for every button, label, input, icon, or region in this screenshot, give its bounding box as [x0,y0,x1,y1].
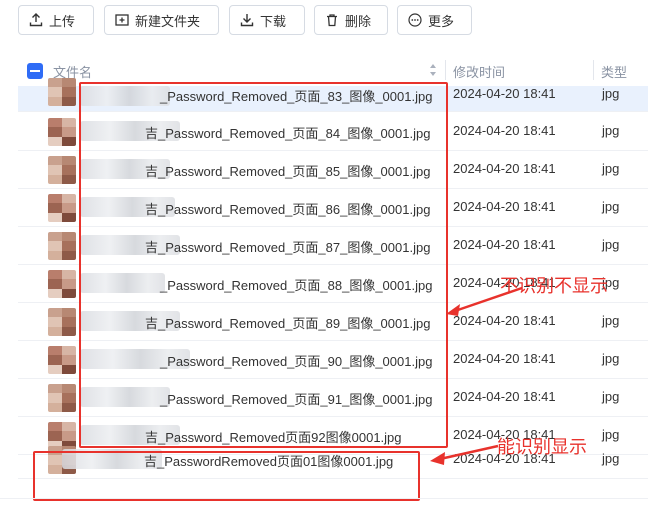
annotation-not-shown: 不识别不显示 [500,276,608,297]
file-type: jpg [602,351,620,366]
upload-icon [29,13,43,27]
select-all-checkbox[interactable] [27,63,43,79]
annotation-box-recognized [33,451,420,501]
file-thumbnail [48,270,76,298]
download-icon [240,14,254,27]
file-type: jpg [602,389,620,404]
toolbar: 上传 新建文件夹 下载 删除 更多 [0,0,648,44]
download-label: 下载 [260,13,287,29]
annotation-shown: 能识别显示 [497,437,587,458]
file-type: jpg [602,199,620,214]
file-modified-time: 2024-04-20 18:41 [453,389,556,404]
column-header-modified[interactable]: 修改时间 [453,62,505,81]
file-type: jpg [602,313,620,328]
file-thumbnail [48,194,76,222]
file-type: jpg [602,86,620,101]
upload-label: 上传 [49,13,76,29]
file-type: jpg [602,123,620,138]
file-modified-time: 2024-04-20 18:41 [453,237,556,252]
file-modified-time: 2024-04-20 18:41 [453,199,556,214]
file-thumbnail [48,308,76,336]
file-thumbnail [48,156,76,184]
new-folder-button[interactable]: 新建文件夹 [104,5,219,35]
status-bar [0,498,648,514]
file-thumbnail [48,78,76,106]
file-modified-time: 2024-04-20 18:41 [453,123,556,138]
trash-icon [327,14,337,27]
file-type: jpg [602,237,620,252]
upload-button[interactable]: 上传 [18,5,94,35]
column-divider [445,60,446,80]
more-icon [408,13,422,27]
file-type: jpg [602,161,620,176]
column-divider [593,60,594,80]
more-label: 更多 [428,13,455,29]
file-modified-time: 2024-04-20 18:41 [453,161,556,176]
more-button[interactable]: 更多 [397,5,472,35]
file-modified-time: 2024-04-20 18:41 [453,86,556,101]
delete-button[interactable]: 删除 [314,5,388,35]
new-folder-icon [115,14,129,26]
sort-icon[interactable] [428,62,438,78]
file-type: jpg [602,451,620,466]
file-thumbnail [48,118,76,146]
download-button[interactable]: 下载 [229,5,305,35]
file-thumbnail [48,346,76,374]
new-folder-label: 新建文件夹 [135,13,201,29]
column-header-type[interactable]: 类型 [601,62,627,81]
delete-label: 删除 [345,13,372,29]
file-thumbnail [48,384,76,412]
file-modified-time: 2024-04-20 18:41 [453,351,556,366]
arrow-icon [430,444,499,465]
annotation-box-unrecognized [79,82,448,448]
file-thumbnail [48,232,76,260]
